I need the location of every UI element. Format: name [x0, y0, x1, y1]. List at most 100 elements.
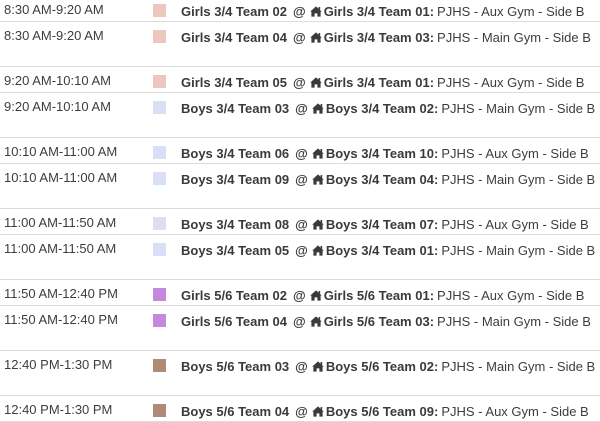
- game-matchup: Boys 5/6 Team 03 @ Boys 5/6 Team 02: PJHS -…: [153, 357, 598, 376]
- home-icon: [312, 219, 324, 230]
- at-symbol: @: [295, 101, 308, 116]
- home-team-link[interactable]: Boys 3/4 Team 07: [326, 217, 434, 232]
- game-location[interactable]: PJHS - Aux Gym - Side B: [437, 75, 584, 90]
- home-icon: [309, 32, 322, 43]
- game-location[interactable]: PJHS - Main Gym - Side B: [441, 101, 595, 116]
- away-team-link[interactable]: Girls 5/6 Team 02: [181, 288, 287, 303]
- colon-separator: :: [434, 146, 439, 161]
- game-row: 10:10 AM-11:00 AM Boys 3/4 Team 09 @ Boys …: [0, 164, 600, 209]
- game-location[interactable]: PJHS - Main Gym - Side B: [437, 314, 591, 329]
- game-location[interactable]: PJHS - Main Gym - Side B: [441, 359, 595, 374]
- home-icon: [312, 174, 324, 185]
- game-row: 12:40 PM-1:30 PM Boys 5/6 Team 03 @ Boys 5…: [0, 351, 600, 396]
- home-icon: [309, 77, 322, 88]
- at-symbol: @: [293, 288, 306, 303]
- at-symbol: @: [295, 146, 308, 161]
- home-icon: [312, 406, 324, 417]
- home-icon: [312, 245, 324, 256]
- colon-separator: :: [434, 101, 439, 116]
- game-time: 9:20 AM-10:10 AM: [4, 99, 111, 114]
- at-symbol: @: [293, 314, 306, 329]
- game-time: 12:40 PM-1:30 PM: [4, 402, 113, 417]
- home-team-link[interactable]: Girls 3/4 Team 03: [324, 30, 430, 45]
- home-team-link[interactable]: Girls 5/6 Team 01: [324, 288, 430, 303]
- colon-separator: :: [429, 314, 435, 329]
- home-team-link[interactable]: Boys 5/6 Team 02: [326, 359, 434, 374]
- home-team-link[interactable]: Boys 3/4 Team 02: [326, 101, 434, 116]
- at-symbol: @: [293, 4, 306, 19]
- away-team-link[interactable]: Boys 3/4 Team 05: [181, 243, 289, 258]
- game-time: 11:50 AM-12:40 PM: [4, 286, 118, 301]
- game-location[interactable]: PJHS - Aux Gym - Side B: [437, 288, 584, 303]
- home-icon: [309, 6, 322, 17]
- away-team-link[interactable]: Girls 3/4 Team 04: [181, 30, 287, 45]
- game-row: 9:20 AM-10:10 AM Boys 3/4 Team 03 @ Boys 3…: [0, 93, 600, 138]
- home-icon: [312, 148, 324, 159]
- away-team-link[interactable]: Boys 5/6 Team 03: [181, 359, 289, 374]
- home-team-link[interactable]: Boys 3/4 Team 01: [326, 243, 434, 258]
- home-team-link[interactable]: Boys 3/4 Team 04: [326, 172, 434, 187]
- home-team-link[interactable]: Girls 3/4 Team 01: [324, 4, 430, 19]
- at-symbol: @: [295, 359, 308, 374]
- colon-separator: :: [429, 4, 435, 19]
- game-matchup: Girls 3/4 Team 02 @ Girls 3/4 Team 01: PJHS…: [153, 2, 598, 21]
- away-team-link[interactable]: Girls 3/4 Team 02: [181, 4, 287, 19]
- game-time: 8:30 AM-9:20 AM: [4, 2, 104, 17]
- game-row: 9:20 AM-10:10 AM Girls 3/4 Team 05 @ Girls…: [0, 67, 600, 93]
- game-matchup: Boys 3/4 Team 06 @ Boys 3/4 Team 10: PJHS -…: [153, 144, 598, 163]
- colon-separator: :: [429, 75, 435, 90]
- game-row: 11:50 AM-12:40 PM Girls 5/6 Team 02 @ Girl…: [0, 280, 600, 306]
- game-time: 10:10 AM-11:00 AM: [4, 170, 118, 185]
- game-matchup: Girls 5/6 Team 02 @ Girls 5/6 Team 01: PJHS…: [153, 286, 598, 305]
- home-icon: [312, 361, 324, 372]
- game-matchup: Boys 3/4 Team 08 @ Boys 3/4 Team 07: PJHS -…: [153, 215, 598, 234]
- colon-separator: :: [434, 404, 439, 419]
- away-team-link[interactable]: Boys 3/4 Team 06: [181, 146, 289, 161]
- colon-separator: :: [429, 288, 435, 303]
- game-matchup: Boys 3/4 Team 09 @ Boys 3/4 Team 04: PJHS -…: [153, 170, 598, 189]
- at-symbol: @: [295, 404, 308, 419]
- home-icon: [309, 290, 322, 301]
- game-row: 11:50 AM-12:40 PM Girls 5/6 Team 04 @ Girl…: [0, 306, 600, 351]
- game-time: 12:40 PM-1:30 PM: [4, 357, 113, 372]
- at-symbol: @: [295, 217, 308, 232]
- game-time: 8:30 AM-9:20 AM: [4, 28, 104, 43]
- colon-separator: :: [434, 243, 439, 258]
- away-team-link[interactable]: Boys 3/4 Team 03: [181, 101, 289, 116]
- at-symbol: @: [293, 75, 306, 90]
- colon-separator: :: [434, 172, 439, 187]
- game-location[interactable]: PJHS - Aux Gym - Side B: [441, 146, 588, 161]
- game-location[interactable]: PJHS - Aux Gym - Side B: [441, 404, 588, 419]
- at-symbol: @: [295, 172, 308, 187]
- game-row: 12:40 PM-1:30 PM Boys 5/6 Team 04 @ Boys 5…: [0, 396, 600, 422]
- away-team-link[interactable]: Boys 5/6 Team 04: [181, 404, 289, 419]
- game-time: 11:00 AM-11:50 AM: [4, 215, 117, 230]
- away-team-link[interactable]: Girls 3/4 Team 05: [181, 75, 287, 90]
- away-team-link[interactable]: Girls 5/6 Team 04: [181, 314, 287, 329]
- game-time: 11:00 AM-11:50 AM: [4, 241, 117, 256]
- away-team-link[interactable]: Boys 3/4 Team 08: [181, 217, 289, 232]
- schedule-list: 8:30 AM-9:20 AM Girls 3/4 Team 02 @ Girls …: [0, 0, 600, 422]
- game-time: 11:50 AM-12:40 PM: [4, 312, 118, 327]
- away-team-link[interactable]: Boys 3/4 Team 09: [181, 172, 289, 187]
- home-team-link[interactable]: Girls 5/6 Team 03: [324, 314, 430, 329]
- game-row: 8:30 AM-9:20 AM Girls 3/4 Team 04 @ Girls …: [0, 22, 600, 67]
- game-row: 11:00 AM-11:50 AM Boys 3/4 Team 08 @ Boys …: [0, 209, 600, 235]
- home-team-link[interactable]: Boys 5/6 Team 09: [326, 404, 434, 419]
- game-location[interactable]: PJHS - Main Gym - Side B: [437, 30, 591, 45]
- game-location[interactable]: PJHS - Main Gym - Side B: [441, 243, 595, 258]
- game-location[interactable]: PJHS - Aux Gym - Side B: [437, 4, 584, 19]
- game-location[interactable]: PJHS - Main Gym - Side B: [441, 172, 595, 187]
- home-team-link[interactable]: Girls 3/4 Team 01: [324, 75, 430, 90]
- game-location[interactable]: PJHS - Aux Gym - Side B: [441, 217, 588, 232]
- game-matchup: Girls 3/4 Team 05 @ Girls 3/4 Team 01: PJHS…: [153, 73, 598, 92]
- home-team-link[interactable]: Boys 3/4 Team 10: [326, 146, 434, 161]
- game-row: 8:30 AM-9:20 AM Girls 3/4 Team 02 @ Girls …: [0, 0, 600, 22]
- at-symbol: @: [293, 30, 306, 45]
- game-time: 9:20 AM-10:10 AM: [4, 73, 111, 88]
- colon-separator: :: [434, 359, 439, 374]
- colon-separator: :: [434, 217, 439, 232]
- game-matchup: Boys 3/4 Team 05 @ Boys 3/4 Team 01: PJHS -…: [153, 241, 598, 260]
- game-matchup: Boys 3/4 Team 03 @ Boys 3/4 Team 02: PJHS -…: [153, 99, 598, 118]
- home-icon: [312, 103, 324, 114]
